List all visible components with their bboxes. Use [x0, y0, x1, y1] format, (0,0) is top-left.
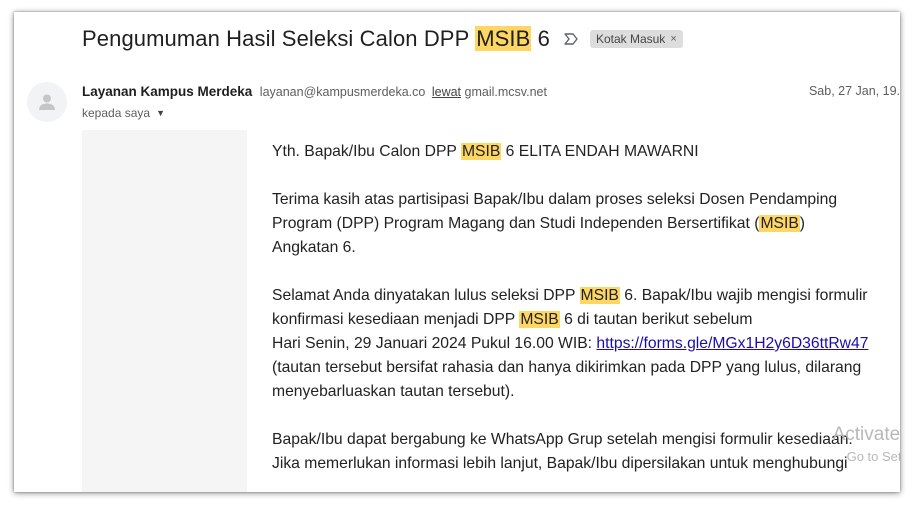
sender-info: Layanan Kampus Merdeka layanan@kampusmer…	[82, 84, 547, 99]
label-text: Kotak Masuk	[595, 32, 666, 46]
form-link[interactable]: https://forms.gle/MGx1H2y6D36ttRw47	[596, 335, 868, 352]
search-highlight: MSIB	[475, 26, 532, 51]
paragraph-congrats: Selamat Anda dinyatakan lulus seleksi DP…	[272, 287, 869, 400]
greeting: Yth. Bapak/Ibu Calon DPP MSIB 6 ELITA EN…	[272, 143, 699, 160]
search-highlight: MSIB	[759, 215, 800, 232]
search-highlight: MSIB	[460, 143, 502, 160]
chevron-down-icon[interactable]: ▼	[156, 108, 165, 118]
email-view: Pengumuman Hasil Seleksi Calon DPP MSIB …	[14, 12, 900, 492]
email-subject: Pengumuman Hasil Seleksi Calon DPP MSIB …	[82, 26, 550, 51]
paragraph-whatsapp: Bapak/Ibu dapat bergabung ke WhatsApp Gr…	[272, 431, 853, 472]
sender-name[interactable]: Layanan Kampus Merdeka	[82, 84, 252, 99]
email-body: Yth. Bapak/Ibu Calon DPP MSIB 6 ELITA EN…	[272, 140, 900, 492]
activate-windows-watermark: Activate Go to Setti	[832, 424, 900, 464]
search-highlight: MSIB	[519, 311, 560, 328]
via-link[interactable]: lewat	[432, 85, 461, 99]
recipient-dropdown[interactable]: kepada saya ▼	[82, 106, 165, 120]
person-avatar-icon[interactable]	[27, 82, 67, 122]
email-date[interactable]: Sab, 27 Jan, 19.	[809, 84, 900, 98]
remove-label-icon[interactable]: ×	[670, 33, 676, 45]
via-domain: gmail.mcsv.net	[464, 85, 547, 99]
recipient-label: kepada saya	[82, 106, 151, 120]
inbox-label-chip[interactable]: Kotak Masuk ×	[589, 30, 683, 48]
subject-row: Pengumuman Hasil Seleksi Calon DPP MSIB …	[82, 26, 683, 52]
sender-email: layanan@kampusmerdeka.co	[259, 85, 426, 99]
paragraph-thanks: Terima kasih atas partisipasi Bapak/Ibu …	[272, 191, 838, 256]
importance-marker-icon[interactable]	[562, 31, 580, 47]
image-placeholder	[82, 130, 247, 492]
search-highlight: MSIB	[579, 287, 620, 304]
